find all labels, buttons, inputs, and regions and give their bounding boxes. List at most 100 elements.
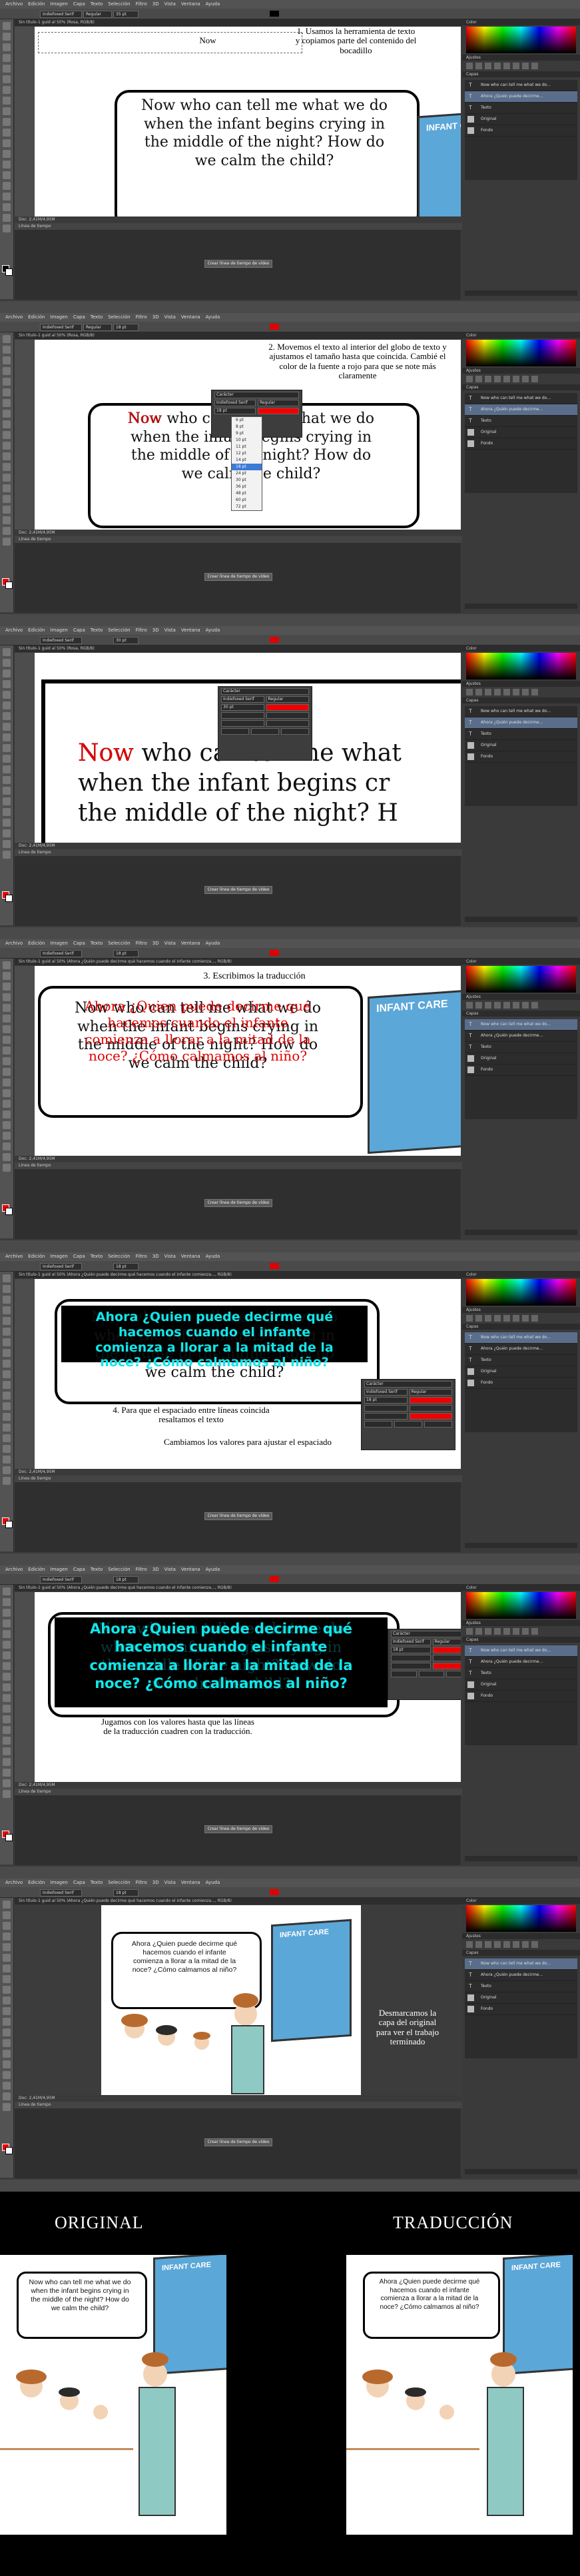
adjustment-icon[interactable] xyxy=(522,1628,529,1635)
create-video-timeline-button[interactable]: Crear línea de tiempo de vídeo xyxy=(204,1512,272,1520)
menu-item[interactable]: Edición xyxy=(28,1567,45,1572)
tool-icon[interactable] xyxy=(3,2018,11,2026)
adjustment-icon[interactable] xyxy=(503,1002,510,1009)
tool-icon[interactable] xyxy=(3,224,11,232)
tool-icon[interactable] xyxy=(3,1715,11,1723)
menu-item[interactable]: Texto xyxy=(91,1880,103,1885)
layers-tab[interactable]: Capas xyxy=(462,1637,580,1643)
adjustment-icon[interactable] xyxy=(503,689,510,695)
menu-item[interactable]: Vista xyxy=(164,941,176,946)
menu-item[interactable]: Ventana xyxy=(181,941,200,946)
menu-item[interactable]: Archivo xyxy=(5,941,23,946)
tool-icon[interactable] xyxy=(3,1932,11,1940)
toolbox[interactable] xyxy=(0,1898,14,2178)
canvas-area[interactable]: 3. Escribimos la traducción Now who can … xyxy=(15,966,461,1156)
color-picker[interactable] xyxy=(466,966,576,993)
tool-icon[interactable] xyxy=(3,1025,11,1033)
tool-icon[interactable] xyxy=(3,1477,11,1485)
menu-item[interactable]: Ventana xyxy=(181,1,200,7)
menu-item[interactable]: Edición xyxy=(28,941,45,946)
document-tab[interactable]: Sin título-1 guid al 50% (Ahora ¿Quién p… xyxy=(15,1898,465,1905)
layer-row[interactable]: Now who can tell me what we do... xyxy=(465,1019,577,1031)
menu-bar[interactable]: Archivo Edición Imagen Capa Texto Selección Fi… xyxy=(0,1565,580,1574)
layer-row[interactable]: Texto xyxy=(465,729,577,740)
background-color[interactable] xyxy=(5,1834,13,1841)
tool-icon[interactable] xyxy=(3,1338,11,1346)
menu-item[interactable]: Capa xyxy=(73,1567,85,1572)
adjustment-icon[interactable] xyxy=(485,63,491,69)
menu-bar[interactable]: Archivo Edición Imagen Capa Texto Selección Fi… xyxy=(0,313,580,322)
menu-item[interactable]: 3D xyxy=(152,941,159,946)
font-style-select[interactable]: Regular xyxy=(83,324,112,331)
tool-icon[interactable] xyxy=(3,765,11,773)
tool-icon[interactable] xyxy=(3,1445,11,1453)
layer-row[interactable]: Texto xyxy=(465,1355,577,1366)
tool-icon[interactable] xyxy=(3,648,11,656)
font-size-option[interactable]: 30 pt xyxy=(232,477,262,484)
tool-icon[interactable] xyxy=(3,776,11,784)
layer-row[interactable]: Ahora ¿Quién puede decirme... xyxy=(465,1031,577,1042)
tool-icon[interactable] xyxy=(3,43,11,51)
font-size-select[interactable]: 35 pt xyxy=(113,11,139,18)
layer-row[interactable]: Fondo xyxy=(465,1691,577,1702)
tool-icon[interactable] xyxy=(3,1922,11,1930)
tool-icon[interactable] xyxy=(3,1089,11,1097)
adjustment-icon[interactable] xyxy=(466,1941,473,1948)
tool-icon[interactable] xyxy=(3,378,11,386)
tool-icon[interactable] xyxy=(3,356,11,364)
canvas-area[interactable]: 2. Movemos el texto al interior del glob… xyxy=(15,340,461,530)
menu-item[interactable]: Texto xyxy=(91,1,103,7)
layer-row[interactable]: Texto xyxy=(465,416,577,427)
color-tab[interactable]: Color xyxy=(462,19,580,25)
tool-icon[interactable] xyxy=(3,214,11,222)
menu-item[interactable]: Archivo xyxy=(5,314,23,320)
font-size-option[interactable]: 60 pt xyxy=(232,497,262,504)
tool-icon[interactable] xyxy=(3,1306,11,1314)
color-tab[interactable]: Color xyxy=(462,332,580,338)
tool-icon[interactable] xyxy=(3,1036,11,1044)
menu-item[interactable]: Archivo xyxy=(5,1567,23,1572)
adjustment-icon[interactable] xyxy=(475,63,482,69)
menu-item[interactable]: Vista xyxy=(164,314,176,320)
layer-row[interactable]: Ahora ¿Quién puede decirme... xyxy=(465,1344,577,1355)
adjustments-tab[interactable]: Ajustes xyxy=(462,994,580,1000)
tool-icon[interactable] xyxy=(3,538,11,546)
tool-icon[interactable] xyxy=(3,972,11,980)
color-picker[interactable] xyxy=(466,1905,576,1932)
tool-icon[interactable] xyxy=(3,712,11,720)
layer-row[interactable]: Original xyxy=(465,1992,577,2004)
font-size-select[interactable]: 30 pt xyxy=(113,637,139,644)
text-color-swatch[interactable] xyxy=(270,950,279,956)
tool-icon[interactable] xyxy=(3,787,11,795)
tool-icon[interactable] xyxy=(3,1466,11,1474)
layer-row[interactable]: Fondo xyxy=(465,1065,577,1076)
tool-icon[interactable] xyxy=(3,701,11,709)
toolbox[interactable] xyxy=(0,1272,14,1551)
adjustment-icon[interactable] xyxy=(513,1941,519,1948)
menu-item[interactable]: 3D xyxy=(152,1254,159,1259)
layer-row[interactable]: Fondo xyxy=(465,2004,577,2015)
menu-item[interactable]: Selección xyxy=(108,1880,130,1885)
adjustment-icon[interactable] xyxy=(485,689,491,695)
menu-item[interactable]: Imagen xyxy=(51,1254,68,1259)
tool-icon[interactable] xyxy=(3,1986,11,1994)
layer-row[interactable]: Ahora ¿Quién puede decirme... xyxy=(465,404,577,416)
layer-row[interactable]: Fondo xyxy=(465,125,577,137)
tool-icon[interactable] xyxy=(3,203,11,211)
font-family-select[interactable]: Indiefoxed Serif xyxy=(40,1263,82,1270)
canvas-area[interactable]: Ahora ¿Quien puede decirme qué hacemos cu… xyxy=(15,1905,461,2095)
toolbox[interactable] xyxy=(0,19,14,299)
tool-icon[interactable] xyxy=(3,1683,11,1691)
menu-bar[interactable]: Archivo Edición Imagen Capa Texto Selección Fi… xyxy=(0,626,580,635)
tool-icon[interactable] xyxy=(3,420,11,428)
background-color[interactable] xyxy=(5,895,13,902)
tool-icon[interactable] xyxy=(3,495,11,503)
menu-item[interactable]: Ventana xyxy=(181,1880,200,1885)
character-panel[interactable]: Carácter Indiefoxed Serif Regular 18 pt xyxy=(361,1379,455,1450)
menu-item[interactable]: Capa xyxy=(73,1254,85,1259)
layer-row[interactable]: Fondo xyxy=(465,438,577,450)
tool-icon[interactable] xyxy=(3,474,11,482)
tool-icon[interactable] xyxy=(3,442,11,450)
tool-icon[interactable] xyxy=(3,1413,11,1421)
menu-item[interactable]: Selección xyxy=(108,1,130,7)
